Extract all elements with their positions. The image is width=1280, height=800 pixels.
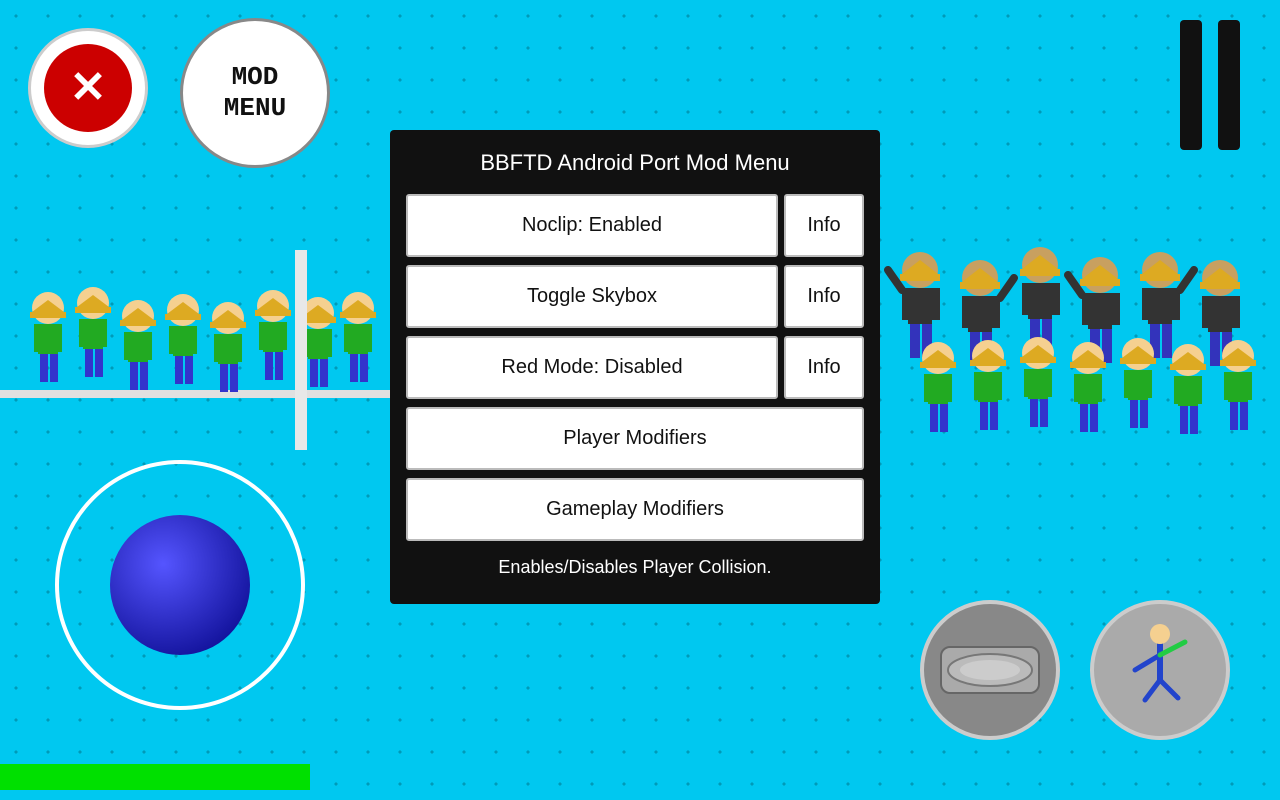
panel-title: BBFTD Android Port Mod Menu	[406, 150, 864, 176]
health-bar	[0, 764, 310, 790]
blue-ball	[110, 515, 250, 655]
player-modifiers-row: Player Modifiers	[406, 407, 864, 470]
close-icon	[44, 44, 132, 132]
gameplay-modifiers-row: Gameplay Modifiers	[406, 478, 864, 541]
skybox-info-button[interactable]: Info	[784, 265, 864, 328]
rearview-mirror	[940, 646, 1040, 694]
skybox-button[interactable]: Toggle Skybox	[406, 265, 778, 328]
skybox-row: Toggle Skybox Info	[406, 265, 864, 328]
pause-bar-left	[1180, 20, 1202, 150]
joystick-circle[interactable]	[55, 460, 305, 710]
player-modifiers-button[interactable]: Player Modifiers	[406, 407, 864, 470]
redmode-button[interactable]: Red Mode: Disabled	[406, 336, 778, 399]
noclip-info-button[interactable]: Info	[784, 194, 864, 257]
mod-menu-label: MOD MENU	[224, 62, 286, 124]
rearview-button[interactable]	[920, 600, 1060, 740]
action-icon-svg	[1110, 620, 1210, 720]
mod-menu-panel: BBFTD Android Port Mod Menu Noclip: Enab…	[390, 130, 880, 604]
noclip-row: Noclip: Enabled Info	[406, 194, 864, 257]
mod-description: Enables/Disables Player Collision.	[406, 555, 864, 580]
pause-button[interactable]	[1180, 20, 1240, 150]
mod-menu-button[interactable]: MOD MENU	[180, 18, 330, 168]
noclip-button[interactable]: Noclip: Enabled	[406, 194, 778, 257]
redmode-info-button[interactable]: Info	[784, 336, 864, 399]
action-button[interactable]	[1090, 600, 1230, 740]
redmode-row: Red Mode: Disabled Info	[406, 336, 864, 399]
close-button[interactable]	[28, 28, 148, 148]
pause-bar-right	[1218, 20, 1240, 150]
rearview-svg	[945, 650, 1035, 690]
gameplay-modifiers-button[interactable]: Gameplay Modifiers	[406, 478, 864, 541]
